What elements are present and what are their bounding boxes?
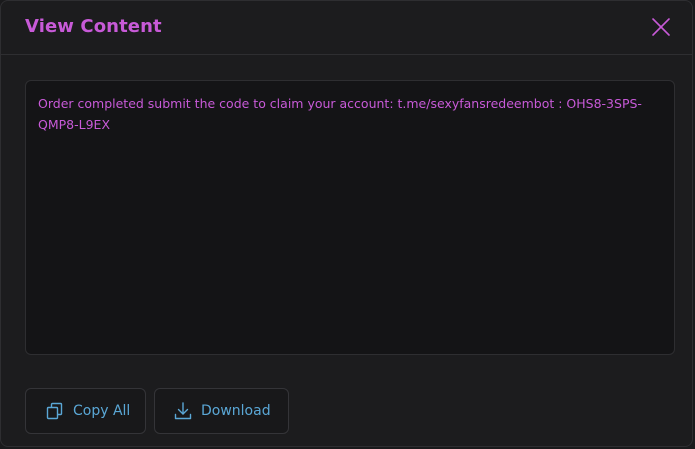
dialog-header: View Content — [1, 1, 692, 55]
close-button[interactable] — [650, 16, 672, 38]
download-button[interactable]: Download — [154, 388, 289, 434]
content-text: Order completed submit the code to claim… — [38, 96, 642, 132]
copy-all-label: Copy All — [73, 403, 131, 419]
copy-all-button[interactable]: Copy All — [25, 388, 146, 434]
dialog-title: View Content — [25, 16, 162, 37]
content-textarea[interactable]: Order completed submit the code to claim… — [25, 80, 675, 355]
download-label: Download — [201, 403, 271, 419]
close-icon — [652, 18, 670, 36]
view-content-dialog: View Content Order completed submit the … — [0, 0, 693, 447]
copy-icon — [45, 401, 65, 421]
download-icon — [173, 401, 193, 421]
